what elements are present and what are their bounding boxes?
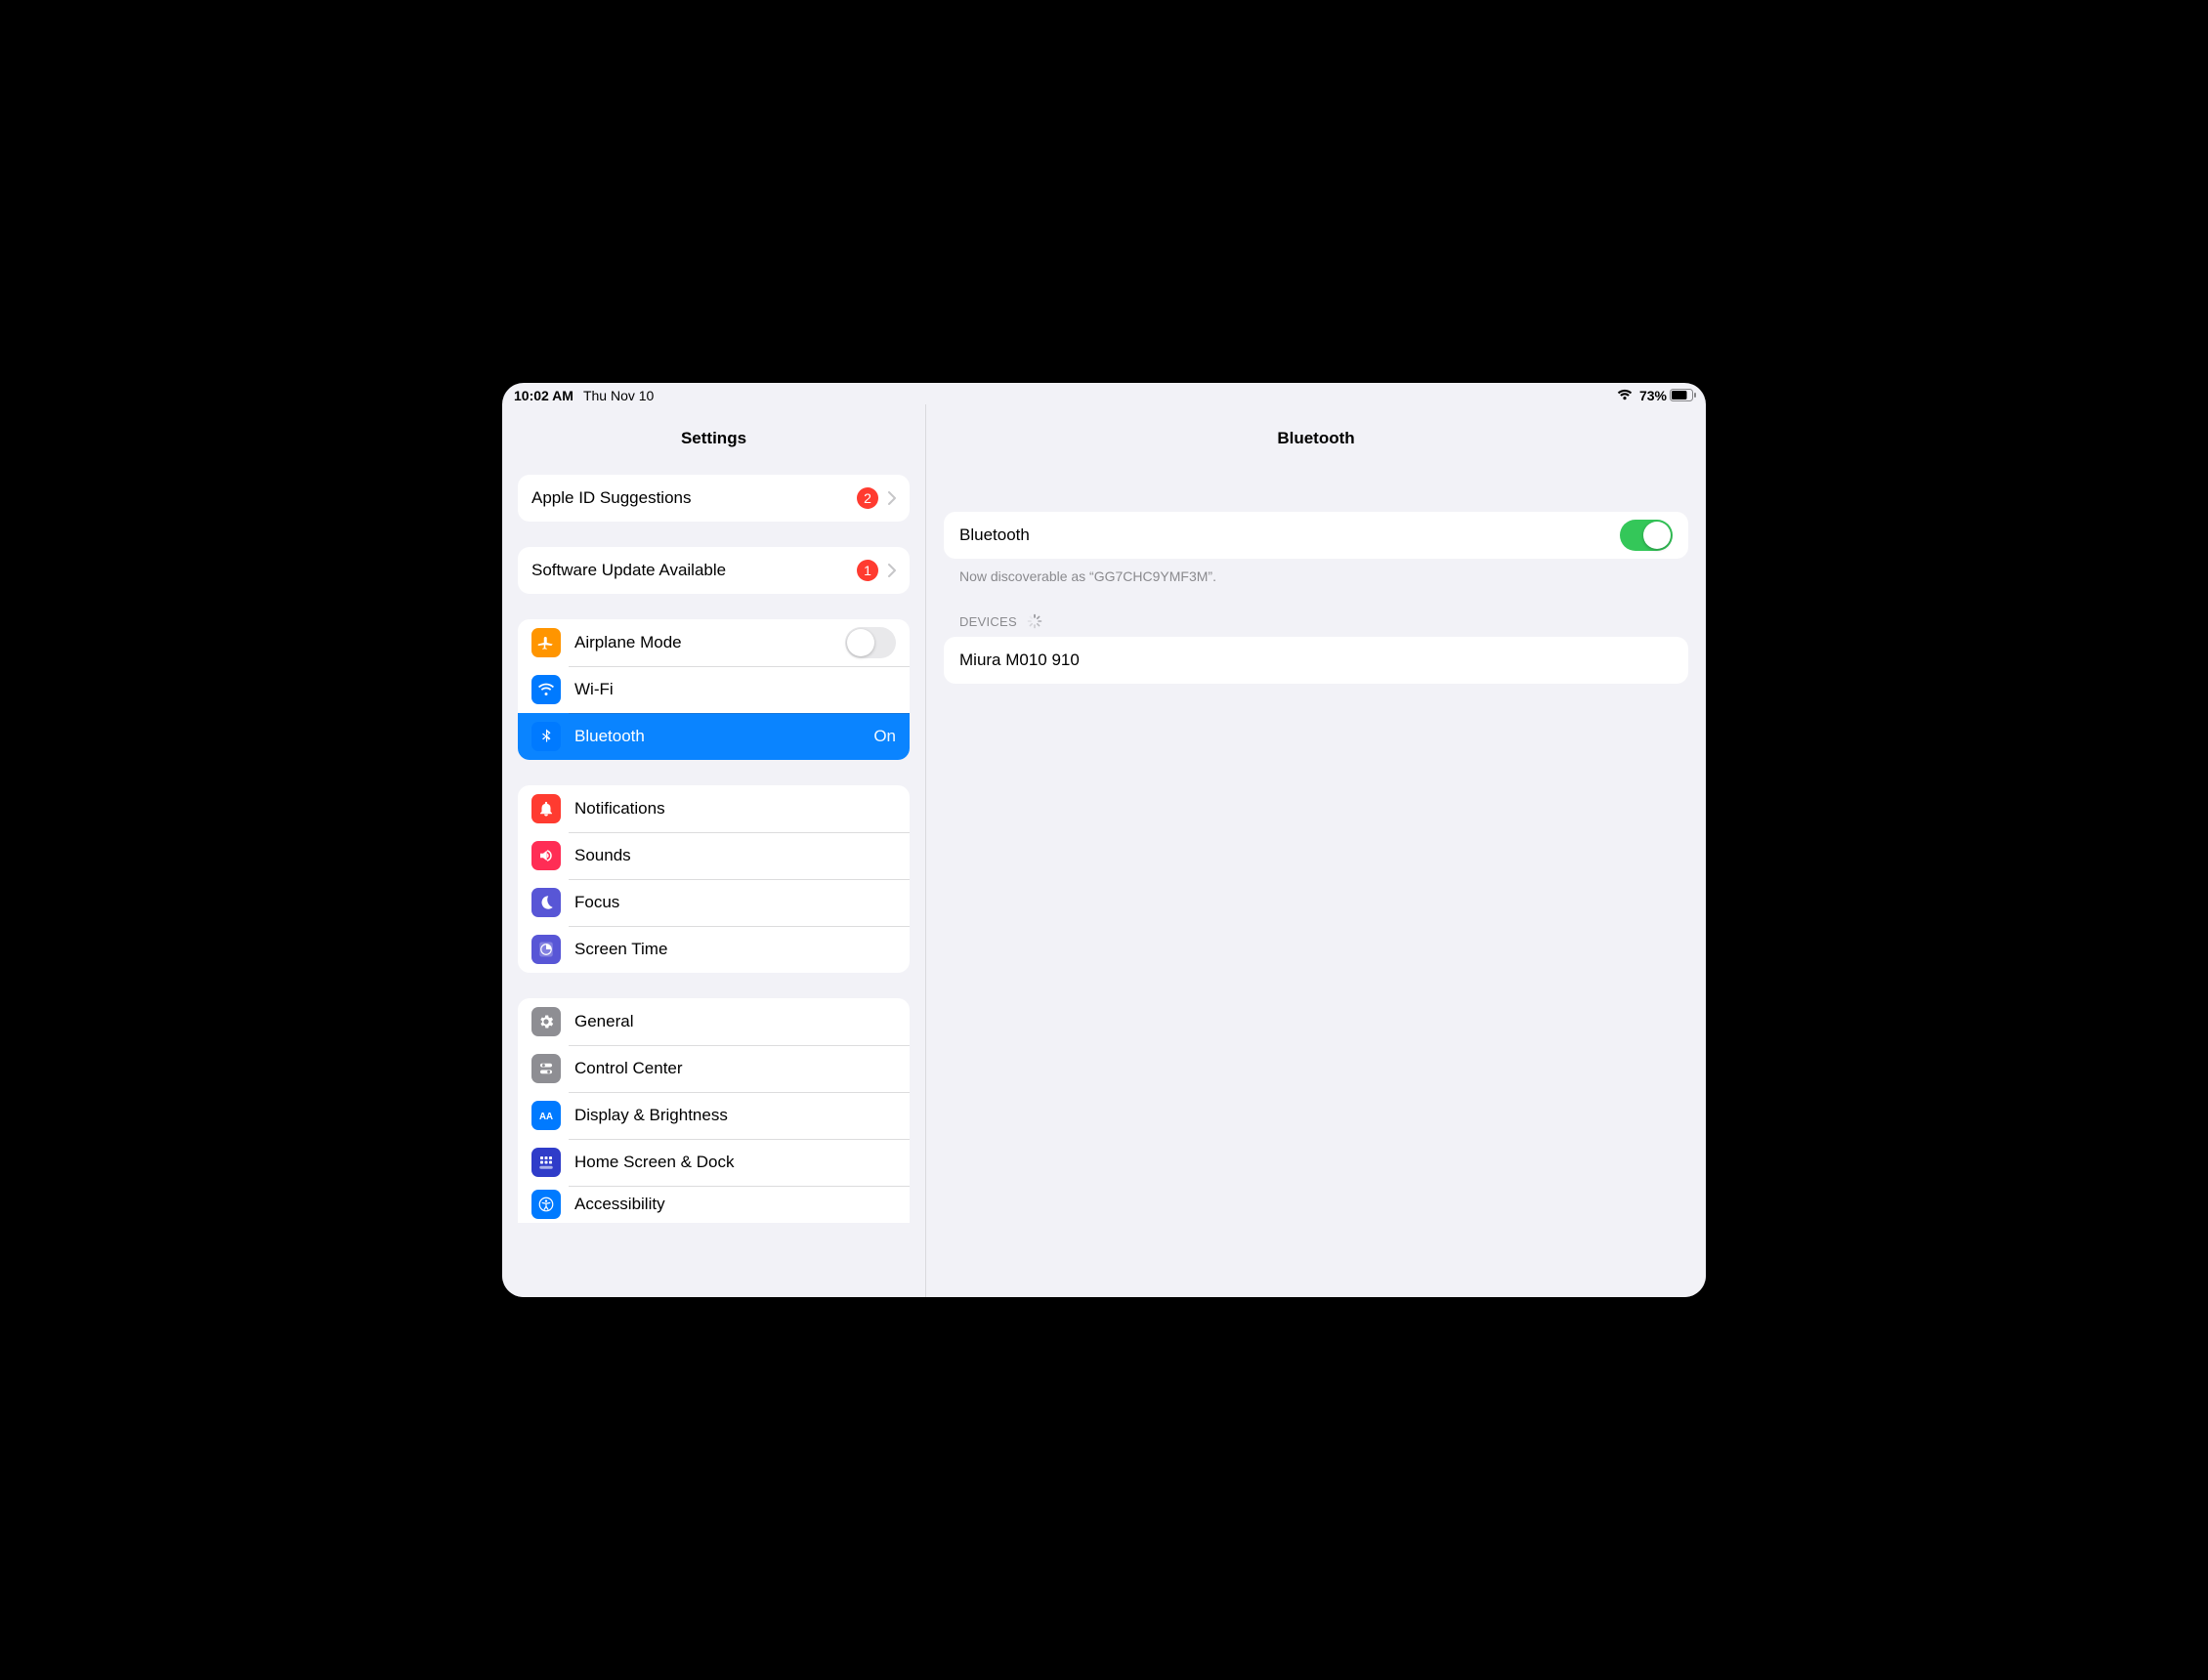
sidebar-item-notifications[interactable]: Notifications: [518, 785, 910, 832]
wifi-label: Wi-Fi: [574, 680, 896, 699]
discoverable-note: Now discoverable as “GG7CHC9YMF3M”.: [944, 559, 1688, 584]
airplane-icon: [531, 628, 561, 657]
screentime-label: Screen Time: [574, 940, 896, 959]
settings-sidebar: Settings Apple ID Suggestions 2 Software…: [502, 404, 926, 1297]
bluetooth-toggle-label: Bluetooth: [959, 525, 1620, 545]
status-date: Thu Nov 10: [583, 388, 654, 403]
accessibility-label: Accessibility: [574, 1195, 896, 1214]
sidebar-item-apple-id-suggestions[interactable]: Apple ID Suggestions 2: [518, 475, 910, 522]
sidebar-item-control-center[interactable]: Control Center: [518, 1045, 910, 1092]
devices-header-label: DEVICES: [959, 614, 1017, 629]
device-name: Miura M010 910: [959, 651, 1673, 670]
apple-id-label: Apple ID Suggestions: [531, 488, 857, 508]
accessibility-icon: [531, 1190, 561, 1219]
home-screen-label: Home Screen & Dock: [574, 1153, 896, 1172]
battery-percent: 73%: [1639, 388, 1667, 403]
sounds-label: Sounds: [574, 846, 896, 865]
chevron-right-icon: [888, 491, 896, 505]
sidebar-item-software-update[interactable]: Software Update Available 1: [518, 547, 910, 594]
notifications-icon: [531, 794, 561, 823]
wifi-icon: [1616, 388, 1634, 403]
wifi-icon: [531, 675, 561, 704]
bluetooth-icon: [531, 722, 561, 751]
airplane-toggle[interactable]: [845, 627, 896, 658]
control-center-label: Control Center: [574, 1059, 896, 1078]
focus-label: Focus: [574, 893, 896, 912]
display-label: Display & Brightness: [574, 1106, 896, 1125]
sidebar-title: Settings: [502, 404, 925, 473]
status-bar: 10:02 AM Thu Nov 10 73%: [502, 383, 1706, 404]
screentime-icon: [531, 935, 561, 964]
focus-icon: [531, 888, 561, 917]
status-time: 10:02 AM: [514, 388, 573, 403]
bluetooth-toggle[interactable]: [1620, 520, 1673, 551]
detail-pane: Bluetooth Bluetooth Now discoverable as …: [926, 404, 1706, 1297]
svg-text:AA: AA: [539, 1112, 553, 1122]
devices-section: Miura M010 910: [944, 637, 1688, 684]
loading-spinner-icon: [1027, 613, 1042, 629]
general-icon: [531, 1007, 561, 1036]
airplane-label: Airplane Mode: [574, 633, 845, 652]
bluetooth-toggle-row[interactable]: Bluetooth: [944, 512, 1688, 559]
bluetooth-toggle-section: Bluetooth: [944, 512, 1688, 559]
control-center-icon: [531, 1054, 561, 1083]
apple-id-badge: 2: [857, 487, 878, 509]
home-screen-icon: [531, 1148, 561, 1177]
sidebar-item-wifi[interactable]: Wi-Fi: [518, 666, 910, 713]
display-icon: AA: [531, 1101, 561, 1130]
sidebar-item-airplane-mode[interactable]: Airplane Mode: [518, 619, 910, 666]
sidebar-item-general[interactable]: General: [518, 998, 910, 1045]
sidebar-item-home-screen-dock[interactable]: Home Screen & Dock: [518, 1139, 910, 1186]
software-update-label: Software Update Available: [531, 561, 857, 580]
bluetooth-value: On: [873, 727, 896, 746]
software-update-badge: 1: [857, 560, 878, 581]
device-row[interactable]: Miura M010 910: [944, 637, 1688, 684]
notifications-label: Notifications: [574, 799, 896, 819]
sidebar-item-screen-time[interactable]: Screen Time: [518, 926, 910, 973]
general-label: General: [574, 1012, 896, 1031]
detail-title: Bluetooth: [926, 404, 1706, 473]
sidebar-item-bluetooth[interactable]: Bluetooth On: [518, 713, 910, 760]
sidebar-item-focus[interactable]: Focus: [518, 879, 910, 926]
sidebar-item-sounds[interactable]: Sounds: [518, 832, 910, 879]
battery-indicator: 73%: [1639, 388, 1696, 403]
sounds-icon: [531, 841, 561, 870]
sidebar-item-display-brightness[interactable]: AA Display & Brightness: [518, 1092, 910, 1139]
ipad-settings-window: 10:02 AM Thu Nov 10 73% Settings Apple I…: [502, 383, 1706, 1297]
devices-header: DEVICES: [944, 613, 1688, 637]
sidebar-item-accessibility[interactable]: Accessibility: [518, 1186, 910, 1223]
bluetooth-label: Bluetooth: [574, 727, 873, 746]
chevron-right-icon: [888, 564, 896, 577]
